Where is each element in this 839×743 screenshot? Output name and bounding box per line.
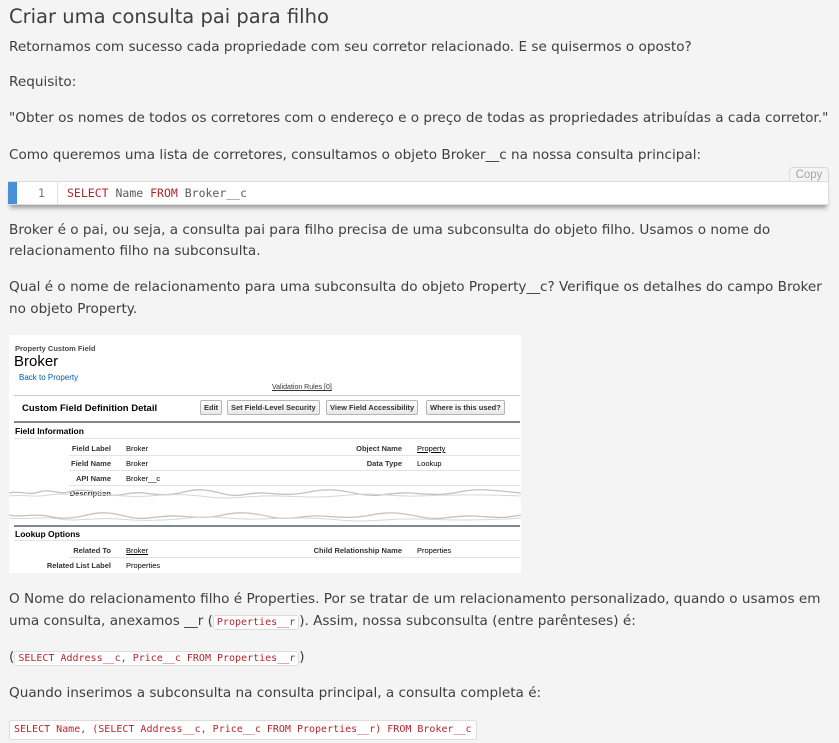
paragraph-requirement-quote: "Obter os nomes de todos os corretores c… (9, 110, 829, 126)
sf-field-label-label: Field Label (71, 444, 111, 453)
gutter-divider (57, 182, 58, 204)
sf-field-label-value: Broker (126, 444, 149, 453)
paragraph-question-line2: no objeto Property. (9, 301, 138, 317)
sf-rule (14, 540, 520, 541)
code-field: Name (108, 186, 151, 200)
subquery-line: (SELECT Address__c, Price__c FROM Proper… (9, 646, 305, 670)
sf-rule (69, 455, 520, 456)
sf-accessibility-button[interactable]: View Field Accessibility (326, 400, 419, 415)
field-detail-screenshot: Property Custom Field Broker Back to Pro… (9, 335, 521, 573)
sf-rule (14, 438, 520, 439)
code-object: Broker__c (177, 186, 248, 200)
sf-edit-button[interactable]: Edit (200, 400, 223, 415)
sf-rule (69, 557, 520, 558)
sf-lookup-heading: Lookup Options (15, 529, 81, 539)
code-block: 1 SELECT Name FROM Broker__c (8, 181, 829, 205)
keyword-from: FROM (150, 186, 178, 200)
paragraph-full-query-intro: Quando inserimos a subconsulta na consul… (9, 685, 542, 701)
paragraph-child-line2: uma consulta, anexamos __r (Properties__… (9, 610, 636, 634)
sf-section-rule (14, 421, 520, 423)
subquery-close-paren: ) (299, 649, 305, 665)
sf-field-name-value: Broker (126, 459, 149, 468)
paragraph-main-query-intro: Como queremos uma lista de corretores, c… (9, 147, 702, 163)
keyword-select: SELECT (67, 186, 109, 200)
sf-section-title: Custom Field Definition Detail (22, 403, 158, 414)
line-number: 1 (38, 186, 45, 200)
sf-related-list-value: Properties (126, 561, 161, 570)
sf-section-rule (14, 525, 520, 527)
sf-related-to-label: Related To (73, 546, 111, 555)
sf-data-type-label: Data Type (366, 459, 402, 468)
paragraph-parent-line1: Broker é o pai, ou seja, a consulta pai … (9, 222, 771, 238)
sf-field-title: Broker (14, 353, 59, 370)
sf-back-link[interactable]: Back to Property (19, 373, 78, 382)
inline-code-properties-r: Properties__r (212, 615, 300, 630)
final-query-part1: SELECT Name, (SELECT Address__c, Price__… (14, 724, 388, 735)
torn-edge-graphic (9, 512, 521, 522)
sf-related-to-value[interactable]: Broker (126, 546, 148, 555)
sf-object-label: Property Custom Field (15, 344, 96, 353)
copy-button[interactable]: Copy (789, 167, 829, 181)
sf-api-name-label: API Name (75, 474, 111, 483)
paragraph-intro: Retornamos com sucesso cada propriedade … (9, 39, 692, 55)
sf-related-list-label: Related List Label (46, 561, 111, 570)
sf-field-name-label: Field Name (70, 459, 111, 468)
paragraph-requirement-label: Requisito: (9, 74, 77, 90)
sf-rule (69, 470, 520, 471)
sf-where-used-button[interactable]: Where is this used? (426, 400, 505, 415)
final-query-part2: FROM Broker__c (387, 724, 472, 735)
sf-rule (69, 485, 520, 486)
sf-child-relationship-value: Properties (417, 546, 452, 555)
paragraph-question-line1: Qual é o nome de relacionamento para uma… (9, 279, 822, 295)
paragraph-parent-line2: relacionamento filho na subconsulta. (9, 243, 261, 259)
paragraph-child-line1: O Nome do relacionamento filho é Propert… (9, 591, 821, 607)
sf-validation-rules-link[interactable]: Validation Rules [0] (272, 384, 332, 391)
sf-object-name-label: Object Name (356, 444, 402, 453)
sf-object-name-value[interactable]: Property (417, 444, 445, 453)
sf-fls-button[interactable]: Set Field-Level Security (227, 400, 320, 415)
sf-field-info-heading: Field Information (15, 426, 84, 436)
sf-data-type-value: Lookup (417, 459, 442, 468)
page-title: Criar uma consulta pai para filho (9, 5, 329, 28)
inline-code-subquery: SELECT Address__c, Price__c FROM Propert… (14, 651, 300, 666)
torn-edge-graphic (9, 489, 521, 499)
code-line: SELECT Name FROM Broker__c (67, 186, 247, 200)
code-block-accent-bar (8, 182, 17, 204)
sf-child-relationship-label: Child Relationship Name (313, 546, 402, 555)
sf-top-rule (14, 395, 520, 396)
paragraph-child-line2-pre: uma consulta, anexamos __r ( (9, 613, 213, 629)
paragraph-child-line2-post: ). Assim, nossa subconsulta (entre parên… (299, 613, 636, 629)
final-query-code: SELECT Name, (SELECT Address__c, Price__… (9, 720, 477, 740)
sf-api-name-value: Broker__c (126, 474, 161, 483)
